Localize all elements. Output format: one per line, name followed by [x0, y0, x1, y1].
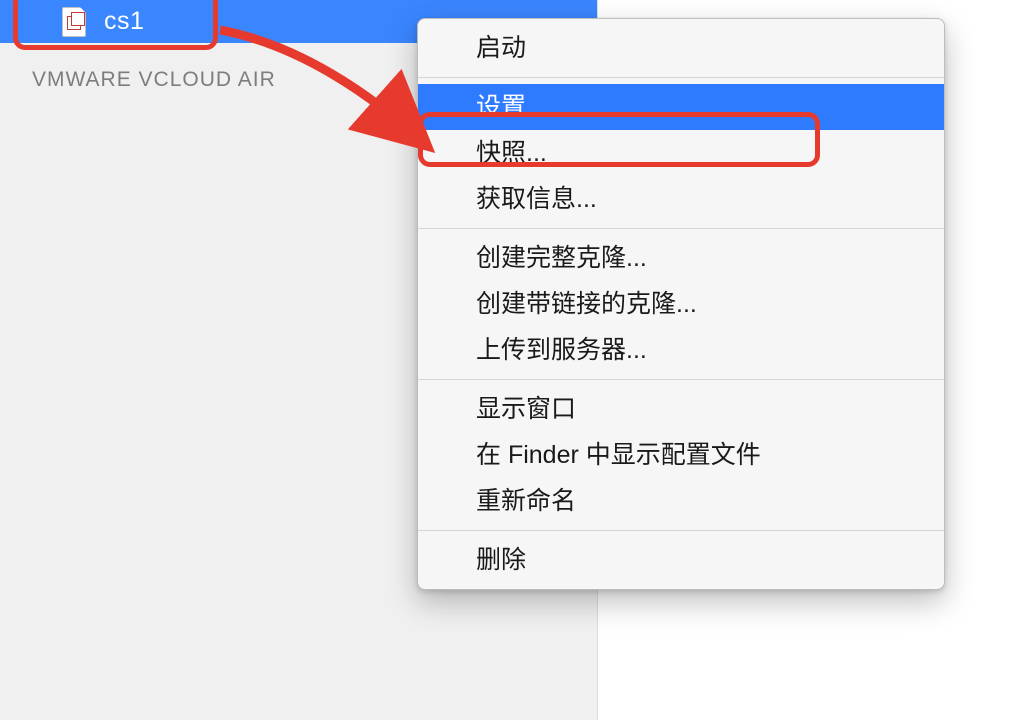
- menu-separator: [418, 530, 944, 531]
- menu-item-snapshot[interactable]: 快照...: [418, 130, 944, 176]
- menu-item-rename[interactable]: 重新命名: [418, 478, 944, 524]
- menu-separator: [418, 77, 944, 78]
- menu-item-upload-server[interactable]: 上传到服务器...: [418, 327, 944, 373]
- menu-separator: [418, 379, 944, 380]
- menu-item-show-in-finder[interactable]: 在 Finder 中显示配置文件: [418, 432, 944, 478]
- vm-file-icon: [62, 7, 86, 37]
- section-header-vcloud: VMWARE VCLOUD AIR: [32, 68, 276, 92]
- menu-item-show-window[interactable]: 显示窗口: [418, 386, 944, 432]
- menu-item-delete[interactable]: 删除: [418, 537, 944, 583]
- menu-separator: [418, 228, 944, 229]
- vm-label: cs1: [104, 7, 144, 36]
- context-menu: 启动 设置... 快照... 获取信息... 创建完整克隆... 创建带链接的克…: [417, 18, 945, 590]
- menu-item-get-info[interactable]: 获取信息...: [418, 176, 944, 222]
- menu-item-linked-clone[interactable]: 创建带链接的克隆...: [418, 281, 944, 327]
- menu-item-settings[interactable]: 设置...: [418, 84, 944, 130]
- menu-item-start[interactable]: 启动: [418, 25, 944, 71]
- menu-item-full-clone[interactable]: 创建完整克隆...: [418, 235, 944, 281]
